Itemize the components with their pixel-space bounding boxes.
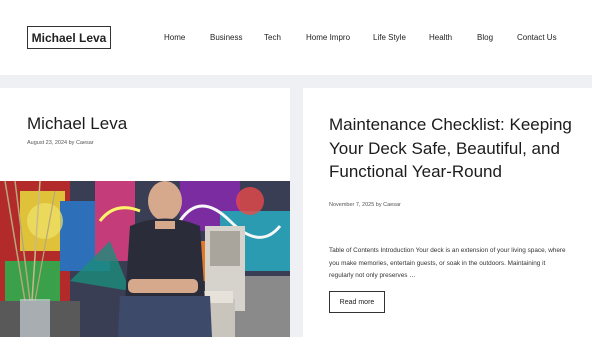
post-date[interactable]: November 7, 2025 [329,202,374,208]
nav-item-contact-us[interactable]: Contact Us [517,31,557,45]
post-title[interactable]: Maintenance Checklist: Keeping Your Deck… [329,113,579,184]
nav-item-life-style[interactable]: Life Style [373,31,406,45]
featured-image[interactable] [0,181,290,337]
nav-item-health[interactable]: Health [429,31,452,45]
nav-item-tech[interactable]: Tech [264,31,281,45]
post-by: by [375,202,382,208]
nav-item-home-impro[interactable]: Home Impro [306,31,350,45]
site-header: Michael Leva Home Business Tech Home Imp… [0,0,592,75]
post-card: Maintenance Checklist: Keeping Your Deck… [303,88,592,337]
read-more-button[interactable]: Read more [329,291,385,313]
post-author[interactable]: Caesar [76,140,94,146]
nav-item-blog[interactable]: Blog [477,31,493,45]
nav-item-home[interactable]: Home [164,31,185,45]
post-card: Michael Leva August 23, 2024 by Caesar [0,88,290,337]
post-date[interactable]: August 23, 2024 [27,140,67,146]
post-author[interactable]: Caesar [383,202,401,208]
post-meta: August 23, 2024 by Caesar [27,140,94,146]
site-logo[interactable]: Michael Leva [27,26,111,49]
nav-item-business[interactable]: Business [210,31,242,45]
post-title[interactable]: Michael Leva [27,114,127,134]
post-by: by [68,140,75,146]
post-meta: November 7, 2025 by Caesar [329,202,401,208]
post-excerpt: Table of Contents Introduction Your deck… [329,247,566,279]
featured-photo-illustration [0,181,290,337]
